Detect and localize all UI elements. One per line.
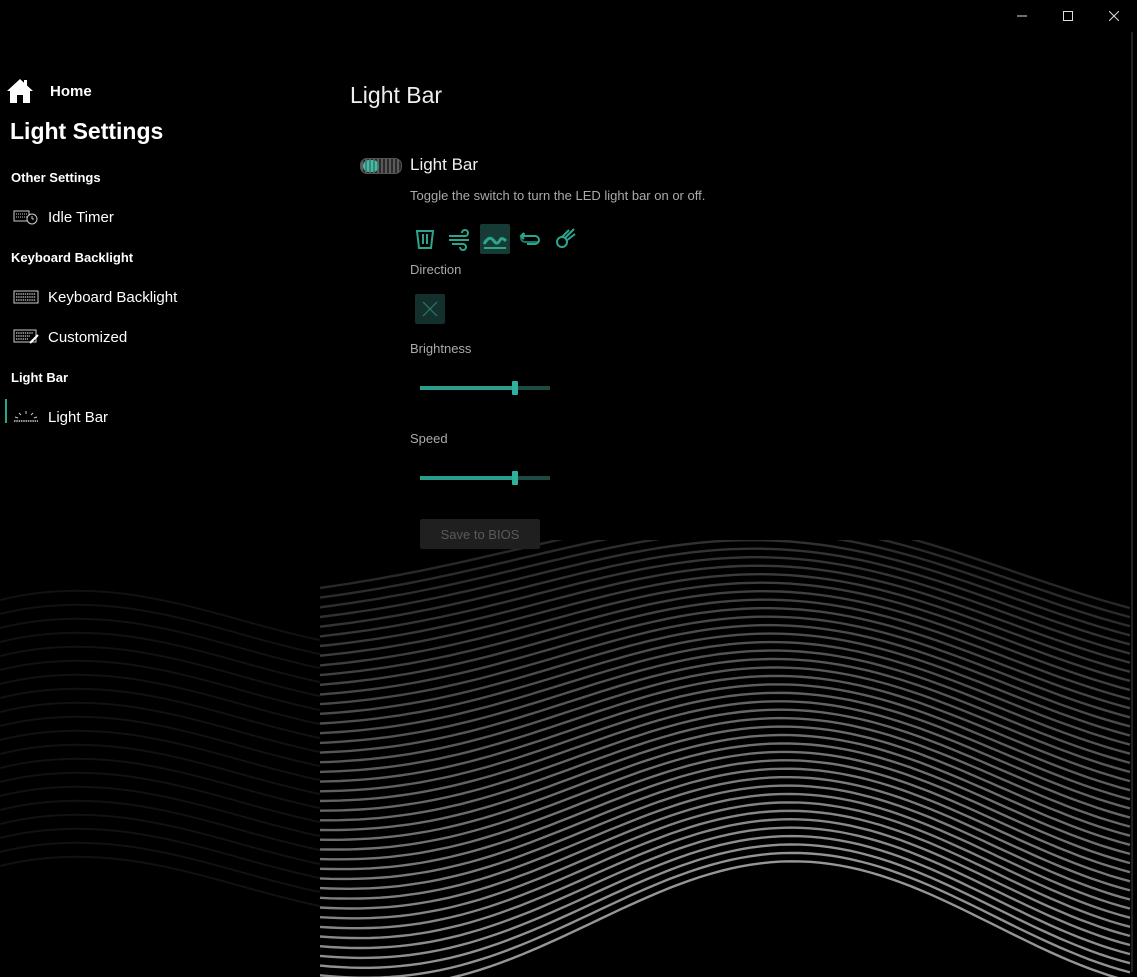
effect-selector [410, 224, 585, 254]
wind-icon [449, 229, 469, 251]
save-to-bios-button[interactable]: Save to BIOS [420, 519, 540, 549]
maximize-icon [1063, 11, 1073, 21]
keyboard-icon [13, 288, 41, 306]
sidebar: Home Light Settings Other Settings Idle … [0, 0, 320, 977]
cross-icon [422, 301, 438, 317]
wave-icon [483, 236, 507, 249]
close-button[interactable] [1091, 0, 1137, 32]
comet-icon [556, 228, 576, 248]
close-icon [1109, 11, 1119, 21]
sidebar-item-keyboard-backlight[interactable]: Keyboard Backlight [4, 279, 304, 315]
direction-button[interactable] [415, 294, 445, 324]
toggle-knob [363, 160, 379, 172]
speed-label: Speed [410, 431, 448, 446]
sidebar-item-idle-timer[interactable]: Idle Timer [4, 199, 304, 235]
home-icon [7, 79, 33, 103]
group-title-keyboard-backlight: Keyboard Backlight [11, 250, 134, 265]
light-bar-toggle[interactable] [360, 158, 402, 174]
loop-icon [519, 232, 540, 245]
minimize-icon [1017, 15, 1027, 17]
window-controls [999, 0, 1137, 32]
app-window: Home Light Settings Other Settings Idle … [0, 0, 1137, 977]
scrollbar[interactable] [1131, 32, 1133, 972]
keyboard-edit-icon [13, 328, 41, 346]
light-bar-icon [13, 408, 41, 426]
app-title: Light Settings [10, 118, 164, 144]
sidebar-item-label: Keyboard Backlight [48, 288, 178, 306]
minimize-button[interactable] [999, 0, 1045, 32]
direction-label: Direction [410, 262, 462, 277]
effect-wave-button[interactable] [480, 224, 510, 254]
brightness-slider[interactable] [420, 381, 550, 395]
sidebar-item-customized[interactable]: Customized [4, 319, 304, 355]
sidebar-item-light-bar[interactable]: Light Bar [4, 399, 304, 435]
brightness-label: Brightness [410, 341, 472, 356]
group-title-other-settings: Other Settings [11, 170, 101, 185]
group-title-light-bar: Light Bar [11, 370, 69, 385]
effect-bar-button[interactable] [410, 224, 440, 254]
home-button[interactable]: Home [6, 78, 92, 104]
slider-thumb[interactable] [512, 381, 518, 395]
sidebar-item-label: Light Bar [48, 408, 109, 426]
effect-comet-button[interactable] [550, 224, 580, 254]
slider-fill [420, 476, 515, 480]
sidebar-item-label: Customized [48, 328, 128, 346]
sidebar-item-label: Idle Timer [48, 208, 114, 226]
section-description: Toggle the switch to turn the LED light … [410, 188, 706, 203]
maximize-button[interactable] [1045, 0, 1091, 32]
slider-fill [420, 386, 515, 390]
speed-slider[interactable] [420, 471, 550, 485]
page-title: Light Bar [350, 82, 443, 108]
effect-wind-button[interactable] [445, 224, 475, 254]
home-label: Home [50, 82, 92, 100]
slider-thumb[interactable] [512, 471, 518, 485]
effect-loop-button[interactable] [515, 224, 545, 254]
bar-icon [415, 230, 435, 249]
section-title: Light Bar [410, 155, 479, 174]
idle-timer-icon [13, 208, 41, 226]
